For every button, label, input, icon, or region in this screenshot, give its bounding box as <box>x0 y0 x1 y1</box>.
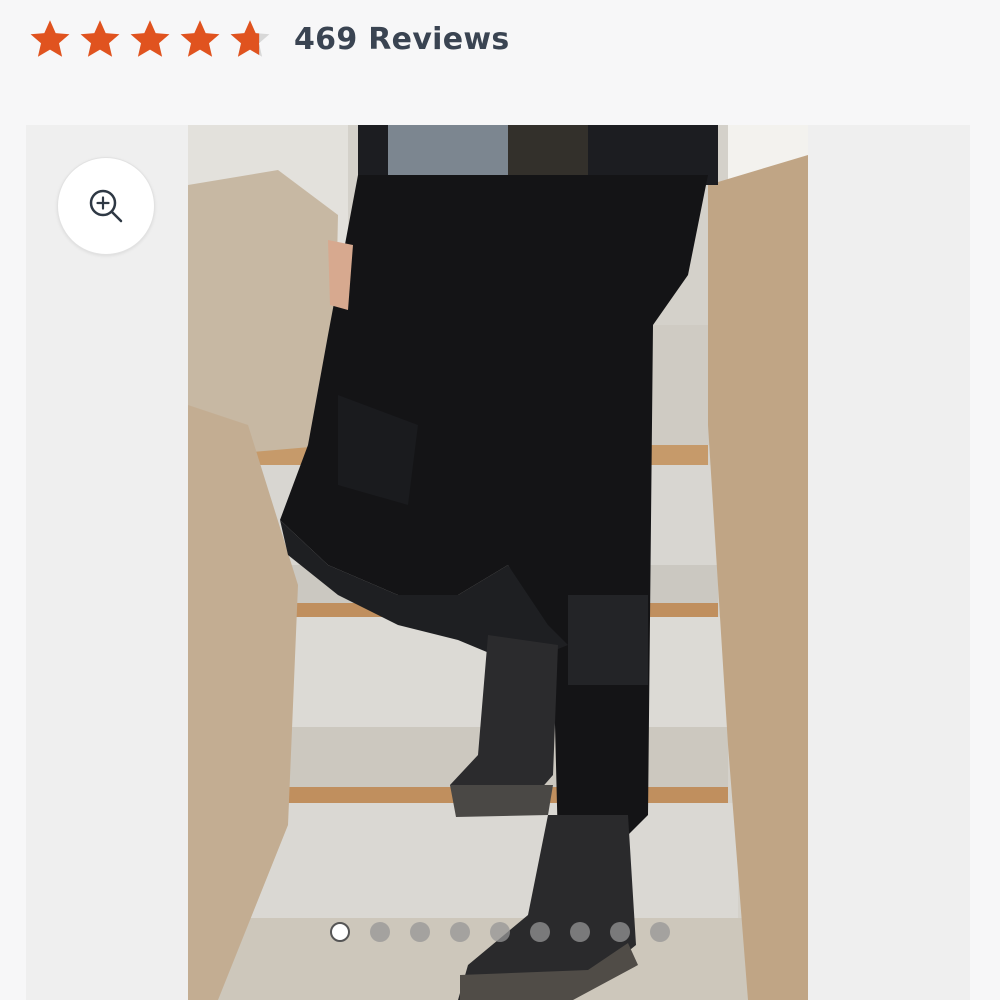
half-star-icon <box>230 20 270 57</box>
review-count-link[interactable]: 469 Reviews <box>294 22 510 57</box>
zoom-in-icon <box>89 189 123 223</box>
star-rating <box>28 17 272 61</box>
product-image-gallery[interactable] <box>26 125 970 1000</box>
carousel-dot[interactable] <box>330 922 350 942</box>
carousel-pagination <box>330 922 670 942</box>
carousel-dot[interactable] <box>610 922 630 942</box>
product-photo[interactable] <box>188 125 808 1000</box>
carousel-dot[interactable] <box>650 922 670 942</box>
star-icon <box>80 20 120 57</box>
carousel-dot[interactable] <box>410 922 430 942</box>
star-icon <box>180 20 220 57</box>
star-icon <box>30 20 70 57</box>
carousel-dot[interactable] <box>450 922 470 942</box>
carousel-dot[interactable] <box>370 922 390 942</box>
product-photo-illustration <box>188 125 808 1000</box>
zoom-button[interactable] <box>57 157 155 255</box>
carousel-dot[interactable] <box>570 922 590 942</box>
rating-summary[interactable]: 469 Reviews <box>28 14 510 64</box>
carousel-dot[interactable] <box>530 922 550 942</box>
carousel-dot[interactable] <box>490 922 510 942</box>
star-icon <box>130 20 170 57</box>
